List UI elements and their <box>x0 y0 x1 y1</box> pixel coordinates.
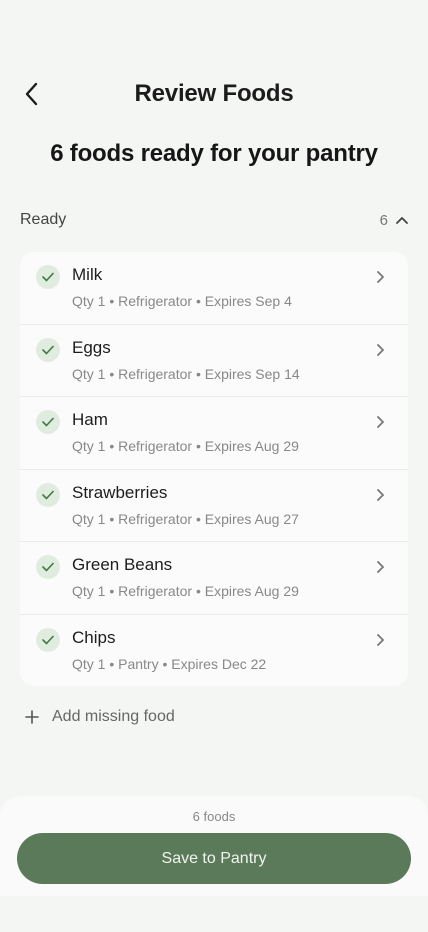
check-icon <box>36 265 60 289</box>
section-title: Ready <box>20 211 67 228</box>
add-missing-food-label: Add missing food <box>52 708 175 725</box>
review-foods-screen: Review Foods 6 foods ready for your pant… <box>0 0 428 932</box>
food-name: Eggs <box>72 337 111 357</box>
chevron-right-icon <box>377 416 384 428</box>
chevron-right-icon <box>377 488 384 501</box>
food-details: Qty 1 • Refrigerator • Expires Sep 4 <box>72 293 292 309</box>
food-details: Qty 1 • Refrigerator • Expires Aug 29 <box>72 438 299 454</box>
food-name: Chips <box>72 627 116 647</box>
page-title: Review Foods <box>134 80 294 107</box>
chevron-right-icon <box>377 561 384 573</box>
summary-headline: 6 foods ready for your pantry <box>50 140 378 167</box>
section-count: 6 <box>379 211 388 229</box>
check-icon <box>36 337 60 362</box>
food-count-label: 6 foods <box>192 809 236 824</box>
food-item-chips[interactable]: Chips Qty 1 • Pantry • Expires Dec 22 <box>20 615 408 687</box>
save-footer: 6 foods Save to Pantry <box>0 796 428 896</box>
food-name: Green Beans <box>72 555 173 574</box>
food-details: Qty 1 • Refrigerator • Expires Aug 27 <box>72 510 299 527</box>
food-item-green-beans[interactable]: Green Beans Qty 1 • Refrigerator • Expir… <box>20 542 408 615</box>
food-details: Qty 1 • Refrigerator • Expires Aug 29 <box>72 583 299 599</box>
check-icon <box>36 555 60 579</box>
top-bar: Review Foods <box>0 74 428 114</box>
food-details: Qty 1 • Pantry • Expires Dec 22 <box>72 655 267 672</box>
food-name: Milk <box>72 265 103 284</box>
food-name: Strawberries <box>72 482 168 502</box>
food-details: Qty 1 • Refrigerator • Expires Sep 14 <box>72 365 300 382</box>
check-icon <box>36 482 60 507</box>
section-collapse-toggle[interactable]: 6 <box>380 212 408 229</box>
chevron-right-icon <box>377 271 384 283</box>
food-list: Milk Qty 1 • Refrigerator • Expires Sep … <box>20 252 408 686</box>
check-icon <box>36 410 60 434</box>
add-missing-food-button[interactable]: Add missing food <box>24 708 175 726</box>
chevron-up-icon <box>396 217 408 224</box>
check-icon <box>36 627 60 652</box>
food-item-milk[interactable]: Milk Qty 1 • Refrigerator • Expires Sep … <box>20 252 408 325</box>
food-item-ham[interactable]: Ham Qty 1 • Refrigerator • Expires Aug 2… <box>20 397 408 470</box>
chevron-right-icon <box>377 633 384 646</box>
save-to-pantry-button[interactable]: Save to Pantry <box>17 833 411 884</box>
ready-section-header: Ready 6 <box>20 208 408 232</box>
plus-icon <box>25 710 39 724</box>
food-item-eggs[interactable]: Eggs Qty 1 • Refrigerator • Expires Sep … <box>20 325 408 397</box>
food-name: Ham <box>72 410 108 429</box>
food-item-strawberries[interactable]: Strawberries Qty 1 • Refrigerator • Expi… <box>20 470 408 542</box>
chevron-right-icon <box>377 343 384 356</box>
